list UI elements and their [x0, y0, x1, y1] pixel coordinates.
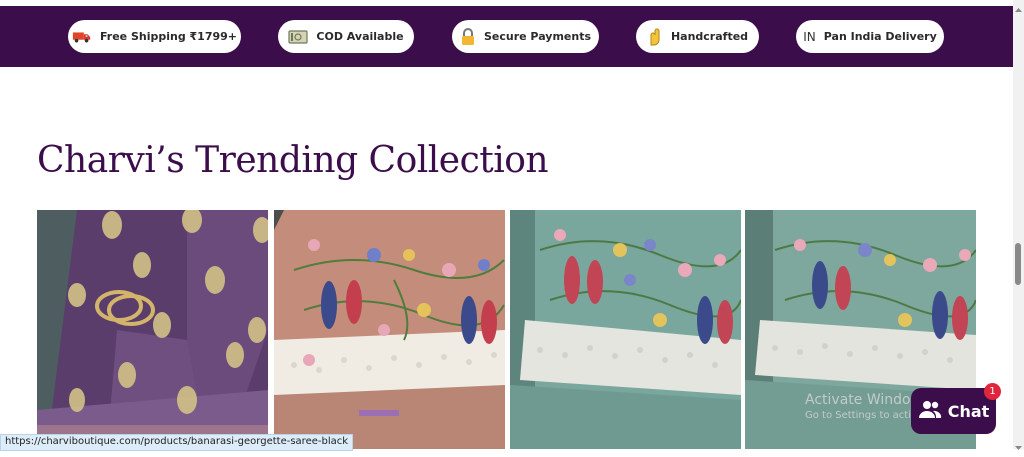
usp-label: COD Available	[316, 30, 404, 43]
cash-icon	[288, 28, 309, 46]
usp-label: Handcrafted	[670, 30, 749, 43]
hand-icon	[647, 28, 663, 46]
usp-handcrafted: Handcrafted	[636, 20, 759, 53]
scrollbar-thumb[interactable]	[1015, 243, 1021, 285]
truck-icon	[72, 28, 92, 46]
usp-free-shipping: Free Shipping ₹1799+	[68, 20, 241, 53]
chat-notification-badge: 1	[984, 383, 1001, 400]
users-icon	[918, 399, 942, 423]
chat-label: Chat	[947, 401, 990, 421]
product-image	[510, 210, 741, 449]
usp-label: Free Shipping ₹1799+	[99, 30, 238, 43]
section-title: Charvi’s Trending Collection	[37, 140, 549, 181]
scroll-down-arrow-icon[interactable]	[1013, 438, 1024, 450]
usp-banner: Free Shipping ₹1799+ COD Available Secur…	[0, 6, 1013, 67]
india-flag-icon: IN	[803, 29, 816, 44]
usp-cod: COD Available	[278, 20, 414, 53]
usp-label: Pan India Delivery	[823, 30, 937, 43]
product-image	[37, 210, 268, 449]
vertical-scrollbar[interactable]	[1013, 0, 1024, 449]
usp-secure-payments: Secure Payments	[452, 20, 599, 53]
product-card-sea-green-saree[interactable]	[510, 210, 741, 449]
usp-pan-india: IN Pan India Delivery	[796, 20, 944, 53]
lock-icon	[460, 27, 476, 46]
status-bar-url: https://charviboutique.com/products/bana…	[0, 434, 354, 451]
scroll-up-arrow-icon[interactable]	[1013, 0, 1024, 12]
chat-button[interactable]: Chat	[911, 388, 996, 434]
product-image	[274, 210, 505, 449]
product-card-purple-saree[interactable]	[37, 210, 268, 449]
usp-label: Secure Payments	[483, 30, 592, 43]
product-card-peach-saree[interactable]	[274, 210, 505, 449]
